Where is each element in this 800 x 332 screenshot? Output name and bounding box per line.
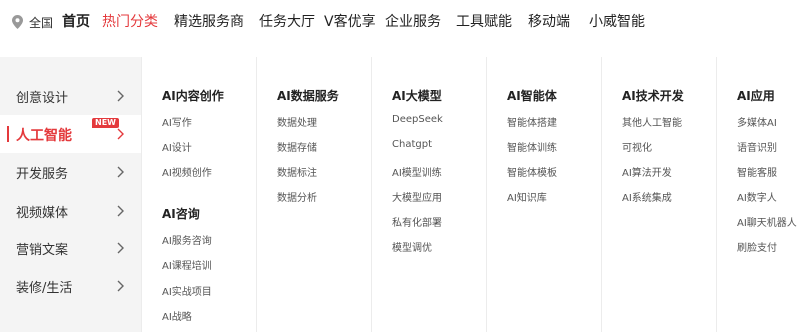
menu-link[interactable]: AI视频创作	[162, 164, 212, 179]
menu-link[interactable]: AI战略	[162, 308, 192, 323]
column-title: AI智能体	[507, 89, 557, 103]
nav-featured-providers[interactable]: 精选服务商	[174, 13, 244, 31]
menu-link[interactable]: 数据分析	[277, 189, 317, 204]
menu-link[interactable]: 大模型应用	[392, 189, 442, 204]
sidebar-item-label: 开发服务	[16, 167, 69, 182]
nav-enterprise-services[interactable]: 企业服务	[385, 13, 441, 31]
sidebar-item-label: 视频媒体	[16, 206, 69, 221]
column-title: AI技术开发	[622, 89, 684, 103]
menu-link[interactable]: AI算法开发	[622, 164, 672, 179]
nav-tools[interactable]: 工具赋能	[456, 13, 512, 31]
menu-column-ai-content: AI内容创作 AI写作 AI设计 AI视频创作 AI咨询 AI服务咨询 AI课程…	[141, 57, 256, 332]
chevron-right-icon	[117, 166, 124, 178]
chevron-right-icon	[117, 280, 124, 292]
nav-mobile[interactable]: 移动端	[528, 13, 570, 31]
menu-link[interactable]: 可视化	[622, 139, 652, 154]
sidebar-item-label: 创意设计	[16, 91, 69, 106]
location-selector[interactable]: 全国	[12, 13, 53, 31]
sidebar-item-development-services[interactable]: 开发服务	[0, 153, 141, 191]
menu-link[interactable]: 智能体搭建	[507, 114, 557, 129]
menu-link[interactable]: AI知识库	[507, 189, 547, 204]
sidebar-item-artificial-intelligence[interactable]: 人工智能 NEW	[0, 115, 141, 153]
top-navigation: 全国 首页 热门分类 精选服务商 任务大厅 V客优享 企业服务 工具赋能 移动端…	[0, 0, 800, 44]
menu-column-ai-agent: AI智能体 智能体搭建 智能体训练 智能体模板 AI知识库	[486, 57, 601, 332]
chevron-right-icon	[117, 128, 124, 140]
chevron-right-icon	[117, 90, 124, 102]
sidebar-item-video-media[interactable]: 视频媒体	[0, 192, 141, 230]
nav-vke-youxiang[interactable]: V客优享	[324, 13, 376, 31]
menu-column-ai-applications: AI应用 多媒体AI 语音识别 智能客服 AI数字人 AI聊天机器人 刷脸支付	[716, 57, 800, 332]
menu-column-ai-llm: AI大模型 DeepSeek Chatgpt AI模型训练 大模型应用 私有化部…	[371, 57, 486, 332]
location-pin-icon	[12, 15, 23, 29]
menu-link[interactable]: AI模型训练	[392, 164, 442, 179]
menu-link[interactable]: AI数字人	[737, 189, 777, 204]
sidebar-item-marketing-copy[interactable]: 营销文案	[0, 229, 141, 267]
sidebar-item-creative-design[interactable]: 创意设计	[0, 77, 141, 115]
menu-link[interactable]: AI课程培训	[162, 257, 212, 272]
menu-column-ai-tech-dev: AI技术开发 其他人工智能 可视化 AI算法开发 AI系统集成	[601, 57, 716, 332]
nav-task-hall[interactable]: 任务大厅	[259, 13, 315, 31]
sidebar-item-label: 人工智能	[16, 128, 72, 144]
menu-link[interactable]: 智能体训练	[507, 139, 557, 154]
column-title: AI应用	[737, 89, 775, 103]
nav-xiaowei-ai[interactable]: 小威智能	[589, 13, 645, 31]
menu-link[interactable]: Chatgpt	[392, 139, 432, 150]
menu-link[interactable]: DeepSeek	[392, 114, 443, 125]
menu-link[interactable]: 模型调优	[392, 239, 432, 254]
menu-link[interactable]: 私有化部署	[392, 214, 442, 229]
column-title: AI内容创作	[162, 89, 224, 103]
chevron-right-icon	[117, 242, 124, 254]
menu-column-ai-data: AI数据服务 数据处理 数据存储 数据标注 数据分析	[256, 57, 371, 332]
menu-link[interactable]: 其他人工智能	[622, 114, 682, 129]
menu-link[interactable]: 数据处理	[277, 114, 317, 129]
column-title: AI大模型	[392, 89, 442, 103]
sidebar-item-decoration-life[interactable]: 装修/生活	[0, 267, 141, 305]
sidebar-item-label: 装修/生活	[16, 281, 73, 296]
nav-hot-categories[interactable]: 热门分类	[102, 13, 158, 31]
location-label: 全国	[29, 15, 54, 30]
nav-home[interactable]: 首页	[62, 13, 90, 31]
column-title: AI咨询	[162, 207, 200, 221]
menu-link[interactable]: AI设计	[162, 139, 192, 154]
new-badge: NEW	[92, 118, 119, 128]
sidebar-item-label: 营销文案	[16, 243, 69, 258]
menu-link[interactable]: 智能体模板	[507, 164, 557, 179]
category-sidebar: 创意设计 人工智能 NEW 开发服务 视频媒体 营销文案 装修/生活	[0, 57, 141, 332]
active-indicator	[7, 126, 9, 142]
chevron-right-icon	[117, 205, 124, 217]
menu-link[interactable]: 多媒体AI	[737, 114, 777, 129]
menu-link[interactable]: 数据存储	[277, 139, 317, 154]
menu-link[interactable]: 数据标注	[277, 164, 317, 179]
menu-link[interactable]: 智能客服	[737, 164, 777, 179]
menu-link[interactable]: AI聊天机器人	[737, 214, 797, 229]
menu-link[interactable]: AI服务咨询	[162, 232, 212, 247]
column-title: AI数据服务	[277, 89, 339, 103]
menu-link[interactable]: AI实战项目	[162, 283, 212, 298]
menu-link[interactable]: 语音识别	[737, 139, 777, 154]
menu-link[interactable]: 刷脸支付	[737, 239, 777, 254]
menu-link[interactable]: AI系统集成	[622, 189, 672, 204]
menu-link[interactable]: AI写作	[162, 114, 192, 129]
